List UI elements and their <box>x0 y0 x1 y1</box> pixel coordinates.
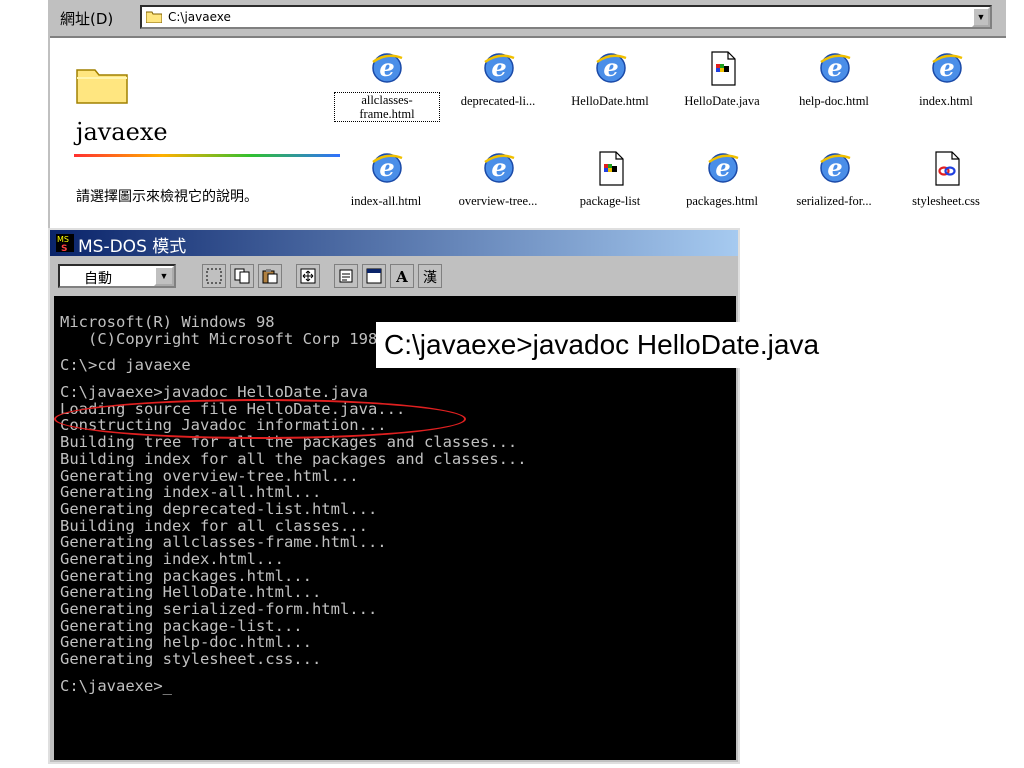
dos-title: MS-DOS 模式 <box>78 237 187 257</box>
ms-dos-icon: MS S <box>56 234 74 252</box>
file-label: stylesheet.css <box>912 194 980 208</box>
console-line: Generating packages.html... <box>60 566 312 585</box>
css-file-icon <box>935 151 960 186</box>
properties-icon <box>339 269 353 283</box>
fullscreen-icon <box>300 268 316 284</box>
console-line: Generating serialized-form.html... <box>60 600 378 618</box>
java-file-icon <box>599 151 624 186</box>
console-lines: Microsoft(R) Windows 98 (C)Copyright Mic… <box>60 314 527 694</box>
address-path: C:\javaexe <box>168 10 231 24</box>
ie-html-icon: e <box>484 153 515 183</box>
svg-text:S: S <box>61 244 67 252</box>
paste-icon <box>262 269 278 284</box>
ime-icon: 漢 <box>423 270 437 284</box>
ie-html-icon: e <box>820 153 851 183</box>
font-size-value: 自動 <box>84 271 112 287</box>
file-hellodate-java[interactable]: HelloDate.java <box>666 50 778 130</box>
fullscreen-button[interactable] <box>296 264 320 288</box>
file-label: allclasses-frame.html <box>334 92 440 122</box>
copy-icon <box>234 268 250 284</box>
file-label: index-all.html <box>350 194 422 208</box>
file-allclasses-frame[interactable]: e allclasses-frame.html <box>330 50 442 130</box>
ie-html-icon: e <box>596 53 627 83</box>
file-deprecated-list[interactable]: e deprecated-li... <box>442 50 554 130</box>
address-label: 網址(D) <box>60 10 114 28</box>
window-icon <box>366 268 382 284</box>
file-label: deprecated-li... <box>460 94 536 108</box>
mark-icon <box>206 268 222 284</box>
file-index[interactable]: e index.html <box>890 50 1002 130</box>
address-bar: 網址(D) C:\javaexe ▼ <box>50 0 1006 38</box>
file-label: package-list <box>579 194 641 208</box>
console-line: C:\javaexe>javadoc HelloDate.java <box>60 383 368 402</box>
address-dropdown-button[interactable]: ▼ <box>972 7 990 27</box>
ie-html-icon: e <box>484 53 515 83</box>
ie-html-icon: e <box>820 53 851 83</box>
file-help-doc[interactable]: e help-doc.html <box>778 50 890 130</box>
explorer-window: 網址(D) C:\javaexe ▼ javaexe 請選擇圖示來檢視它的說明。… <box>48 0 1006 232</box>
file-label: HelloDate.java <box>684 94 760 108</box>
ie-html-icon: e <box>708 153 739 183</box>
file-packages[interactable]: e packages.html <box>666 150 778 230</box>
file-label: serialized-for... <box>796 194 872 208</box>
file-overview-tree[interactable]: e overview-tree... <box>442 150 554 230</box>
copy-button[interactable] <box>230 264 254 288</box>
console-line: Building index for all the packages and … <box>60 449 527 468</box>
highlight-ellipse <box>54 399 466 439</box>
chevron-down-icon[interactable]: ▼ <box>154 266 174 286</box>
console-line: Generating HelloDate.html... <box>60 583 322 602</box>
console-line: Generating package-list... <box>60 616 303 635</box>
file-label: overview-tree... <box>458 194 538 208</box>
mark-button[interactable] <box>202 264 226 288</box>
ime-button[interactable]: 漢 <box>418 264 442 288</box>
folder-icon <box>76 69 128 104</box>
file-label: index.html <box>919 94 973 108</box>
dos-toolbar: 自動 ▼ A 漢 <box>50 258 738 294</box>
file-hellodate-html[interactable]: e HelloDate.html <box>554 50 666 130</box>
java-file-icon <box>711 51 736 86</box>
console-line: Generating index-all.html... <box>60 483 322 502</box>
file-stylesheet[interactable]: stylesheet.css <box>890 150 1002 230</box>
svg-text:漢: 漢 <box>423 270 437 284</box>
console-line: Generating overview-tree.html... <box>60 466 359 485</box>
folder-info-panel: javaexe 請選擇圖示來檢視它的說明。 <box>50 38 340 232</box>
file-serialized-form[interactable]: e serialized-for... <box>778 150 890 230</box>
font-icon: A <box>395 268 408 284</box>
folder-icon <box>146 11 162 23</box>
properties-button[interactable] <box>334 264 358 288</box>
ie-html-icon: e <box>932 53 963 83</box>
console-line: Generating allclasses-frame.html... <box>60 533 387 552</box>
file-label: packages.html <box>686 194 758 208</box>
console-line: Generating deprecated-list.html... <box>60 499 378 518</box>
file-label: HelloDate.html <box>571 94 649 108</box>
font-button[interactable]: A <box>390 264 414 288</box>
dos-title-bar[interactable]: MS S MS-DOS 模式 <box>50 230 738 257</box>
console-line: C:\javaexe>_ <box>60 676 172 695</box>
address-input[interactable]: C:\javaexe ▼ <box>140 5 992 29</box>
svg-text:MS: MS <box>57 235 69 244</box>
console-line: Generating index.html... <box>60 549 284 568</box>
ms-dos-window: MS S MS-DOS 模式 自動 ▼ A 漢 Microsoft(R) Win… <box>48 228 740 764</box>
ie-html-icon: e <box>372 53 403 83</box>
paste-button[interactable] <box>258 264 282 288</box>
svg-text:A: A <box>395 268 408 284</box>
font-size-select[interactable]: 自動 ▼ <box>58 264 176 288</box>
file-package-list[interactable]: package-list <box>554 150 666 230</box>
file-index-all[interactable]: e index-all.html <box>330 150 442 230</box>
console-line: Generating stylesheet.css... <box>60 650 322 669</box>
file-label: help-doc.html <box>799 94 869 108</box>
ie-html-icon: e <box>372 153 403 183</box>
console-line: Generating help-doc.html... <box>60 633 312 652</box>
console-line: Building index for all classes... <box>60 516 368 535</box>
panel-divider <box>74 154 340 157</box>
panel-hint: 請選擇圖示來檢視它的說明。 <box>76 189 258 205</box>
command-callout: C:\javaexe>javadoc HelloDate.java <box>376 322 920 368</box>
background-button[interactable] <box>362 264 386 288</box>
folder-name: javaexe <box>76 118 168 146</box>
